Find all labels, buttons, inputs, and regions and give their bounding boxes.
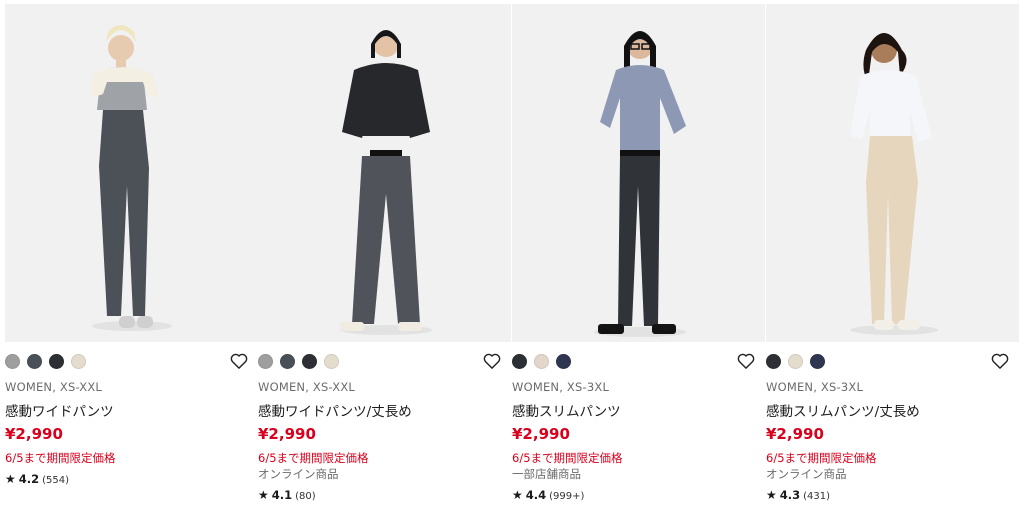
product-card[interactable]: WOMEN, XS-3XL 感動スリムパンツ ¥2,990 6/5まで期間限定価… xyxy=(512,0,765,506)
gender-size-range: WOMEN, XS-3XL xyxy=(512,380,610,394)
product-name[interactable]: 感動ワイドパンツ/丈長め xyxy=(258,400,412,420)
star-icon: ★ xyxy=(5,472,16,486)
color-swatch[interactable] xyxy=(258,354,273,369)
gender-size-range: WOMEN, XS-XXL xyxy=(5,380,103,394)
product-price: ¥2,990 xyxy=(512,425,570,443)
color-swatch[interactable] xyxy=(27,354,42,369)
color-swatch[interactable] xyxy=(71,354,86,369)
product-rating: ★ 4.2 (554) xyxy=(5,472,69,486)
color-swatches xyxy=(512,354,571,370)
color-swatch[interactable] xyxy=(5,354,20,369)
product-rating: ★ 4.3 (431) xyxy=(766,488,830,502)
product-grid: WOMEN, XS-XXL 感動ワイドパンツ ¥2,990 6/5まで期間限定価… xyxy=(0,0,1024,506)
review-count: (554) xyxy=(42,475,70,486)
product-rating: ★ 4.1 (80) xyxy=(258,488,316,502)
rating-score: 4.2 xyxy=(18,472,40,486)
star-icon: ★ xyxy=(258,488,269,502)
product-name[interactable]: 感動ワイドパンツ xyxy=(5,400,114,420)
heart-outline-icon[interactable] xyxy=(483,353,501,369)
product-card[interactable]: WOMEN, XS-XXL 感動ワイドパンツ ¥2,990 6/5まで期間限定価… xyxy=(5,0,258,506)
review-count: (999+) xyxy=(549,491,585,502)
product-image[interactable] xyxy=(5,4,258,342)
product-name[interactable]: 感動スリムパンツ xyxy=(512,400,621,420)
promo-text: 6/5まで期間限定価格 xyxy=(5,451,116,465)
product-price: ¥2,990 xyxy=(766,425,824,443)
star-icon: ★ xyxy=(766,488,777,502)
rating-score: 4.4 xyxy=(525,488,547,502)
product-rating: ★ 4.4 (999+) xyxy=(512,488,584,502)
product-image[interactable] xyxy=(258,4,511,342)
color-swatches xyxy=(5,354,86,370)
color-swatches xyxy=(258,354,339,370)
color-swatches xyxy=(766,354,825,370)
product-image[interactable] xyxy=(512,4,765,342)
color-swatch[interactable] xyxy=(810,354,825,369)
heart-outline-icon[interactable] xyxy=(737,353,755,369)
color-swatch[interactable] xyxy=(556,354,571,369)
promo-text: 6/5まで期間限定価格 xyxy=(766,451,877,465)
review-count: (431) xyxy=(803,491,831,502)
availability-note: 一部店舗商品 xyxy=(512,467,581,481)
heart-outline-icon[interactable] xyxy=(230,353,248,369)
gender-size-range: WOMEN, XS-3XL xyxy=(766,380,864,394)
product-price: ¥2,990 xyxy=(5,425,63,443)
product-image[interactable] xyxy=(766,4,1019,342)
color-swatch[interactable] xyxy=(324,354,339,369)
rating-score: 4.1 xyxy=(271,488,293,502)
color-swatch[interactable] xyxy=(512,354,527,369)
product-card[interactable]: WOMEN, XS-3XL 感動スリムパンツ/丈長め ¥2,990 6/5まで期… xyxy=(766,0,1019,506)
availability-note: オンライン商品 xyxy=(766,467,847,481)
color-swatch[interactable] xyxy=(766,354,781,369)
heart-outline-icon[interactable] xyxy=(991,353,1009,369)
product-name[interactable]: 感動スリムパンツ/丈長め xyxy=(766,400,920,420)
color-swatch[interactable] xyxy=(788,354,803,369)
color-swatch[interactable] xyxy=(534,354,549,369)
star-icon: ★ xyxy=(512,488,523,502)
gender-size-range: WOMEN, XS-XXL xyxy=(258,380,356,394)
color-swatch[interactable] xyxy=(302,354,317,369)
availability-note: オンライン商品 xyxy=(258,467,339,481)
promo-text: 6/5まで期間限定価格 xyxy=(258,451,369,465)
review-count: (80) xyxy=(295,491,316,502)
rating-score: 4.3 xyxy=(779,488,801,502)
color-swatch[interactable] xyxy=(280,354,295,369)
promo-text: 6/5まで期間限定価格 xyxy=(512,451,623,465)
product-card[interactable]: WOMEN, XS-XXL 感動ワイドパンツ/丈長め ¥2,990 6/5まで期… xyxy=(258,0,511,506)
product-price: ¥2,990 xyxy=(258,425,316,443)
color-swatch[interactable] xyxy=(49,354,64,369)
